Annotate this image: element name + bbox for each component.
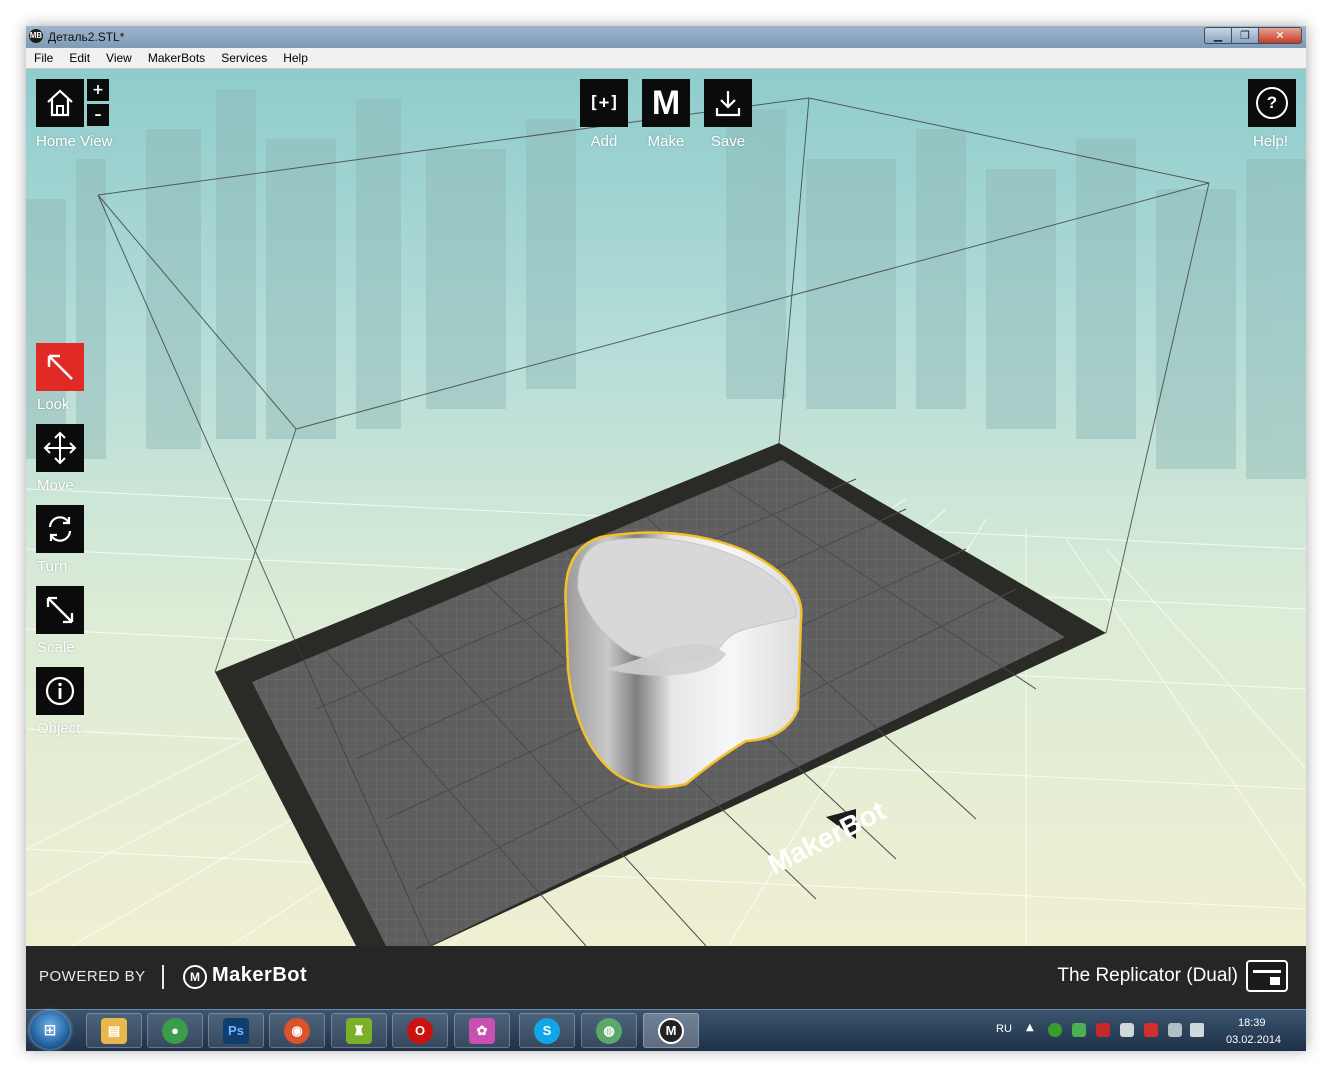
maximize-button[interactable]: ❐ [1231,27,1258,44]
zoom-in-button[interactable]: + [87,79,109,101]
powered-by-text: POWERED BY [39,968,146,985]
app9-icon: ◍ [596,1017,622,1044]
taskbar-firefox[interactable]: ◉ [269,1013,325,1048]
app5-icon: ♜ [346,1017,372,1044]
footer-divider [162,965,164,989]
tray-utorrent-icon[interactable] [1048,1023,1062,1037]
save-button[interactable] [704,79,752,127]
look-arrow-icon [47,354,73,380]
home-icon [47,89,73,117]
home-view-button[interactable] [36,79,84,127]
download-icon [715,91,741,117]
scale-tool-button[interactable] [36,586,84,634]
help-label: Help! [1253,133,1289,150]
start-button[interactable]: ⊞ [30,1011,70,1049]
taskbar-chrome[interactable]: ● [147,1013,203,1048]
tray-flag-icon[interactable] [1120,1023,1134,1037]
firefox-icon: ◉ [284,1017,310,1044]
makerbot-wordmark: MakerBot [212,964,308,986]
photoshop-icon: Ps [223,1017,249,1044]
skype-icon: S [534,1017,560,1044]
taskbar-app9[interactable]: ◍ [581,1013,637,1048]
menu-help[interactable]: Help [275,48,316,68]
home-view-label: Home View [36,133,113,150]
info-icon [45,676,75,706]
makerbot-logo-icon: M [183,965,207,989]
help-button[interactable]: ? [1248,79,1296,127]
turn-tool-label: Turn [37,558,68,575]
object-tool-label: Object [37,720,81,737]
zoom-out-button[interactable]: – [87,104,109,126]
folder-icon: ▤ [101,1017,127,1044]
taskbar-picasa[interactable]: ✿ [454,1013,510,1048]
taskbar-photoshop[interactable]: Ps [208,1013,264,1048]
move-arrows-icon [43,431,77,465]
tray-shield-icon[interactable] [1072,1023,1086,1037]
opera-icon: O [407,1017,433,1044]
taskbar-opera[interactable]: O [392,1013,448,1048]
turn-tool-button[interactable] [36,505,84,553]
look-tool-button[interactable] [36,343,84,391]
window-title: Деталь2.STL* [48,30,125,44]
taskbar-explorer[interactable]: ▤ [86,1013,142,1048]
app-icon: MB [29,29,43,43]
menu-bar: File Edit View MakerBots Services Help [26,48,1306,69]
printer-settings-icon[interactable] [1246,960,1288,992]
help-icon: ? [1256,87,1288,119]
move-tool-label: Move [37,477,74,494]
menu-file[interactable]: File [26,48,61,68]
menu-makerbots[interactable]: MakerBots [140,48,213,68]
menu-edit[interactable]: Edit [61,48,98,68]
rotate-icon [48,516,72,542]
windows-taskbar: ⊞ ▤ ● Ps ◉ ♜ O ✿ S ◍ M RU ▲ 18:39 03.02.… [26,1009,1306,1051]
object-tool-button[interactable] [36,667,84,715]
printer-name[interactable]: The Replicator (Dual) [1057,965,1238,987]
makerbot-app-icon: M [658,1017,684,1044]
3d-viewport[interactable]: MakerBot + – Home View [+] Add M Make Sa… [26,69,1306,946]
clock-date[interactable]: 03.02.2014 [1226,1034,1281,1046]
tray-network-icon[interactable] [1168,1023,1182,1037]
close-button[interactable]: ✕ [1258,27,1302,44]
tray-volume-icon[interactable] [1190,1023,1204,1037]
taskbar-app5[interactable]: ♜ [331,1013,387,1048]
clock-time[interactable]: 18:39 [1238,1017,1266,1029]
footer-bar: POWERED BY M MakerBot The Replicator (Du… [26,946,1306,1009]
add-button[interactable]: [+] [580,79,628,127]
taskbar-makerbot[interactable]: M [643,1013,699,1048]
show-hidden-icons[interactable]: ▲ [1026,1022,1034,1033]
save-label: Save [710,133,746,150]
plate-brand-text: MakerBot [763,795,891,881]
language-indicator[interactable]: RU [996,1023,1012,1035]
scale-icon [46,596,74,624]
minimize-button[interactable]: ▁ [1204,27,1231,44]
picasa-icon: ✿ [469,1017,495,1044]
look-tool-label: Look [37,396,70,413]
menu-view[interactable]: View [98,48,140,68]
make-button[interactable]: M [642,79,690,127]
move-tool-button[interactable] [36,424,84,472]
scale-tool-label: Scale [37,639,75,656]
makerbot-window: MB Деталь2.STL* ▁ ❐ ✕ File Edit View Mak… [26,26,1306,1051]
build-volume-scene: MakerBot [26,89,1306,946]
taskbar-skype[interactable]: S [519,1013,575,1048]
tray-antivirus-icon[interactable] [1144,1023,1158,1037]
menu-services[interactable]: Services [213,48,275,68]
title-bar[interactable]: MB Деталь2.STL* ▁ ❐ ✕ [26,26,1306,49]
chrome-icon: ● [162,1017,188,1044]
tray-v-icon[interactable] [1096,1023,1110,1037]
